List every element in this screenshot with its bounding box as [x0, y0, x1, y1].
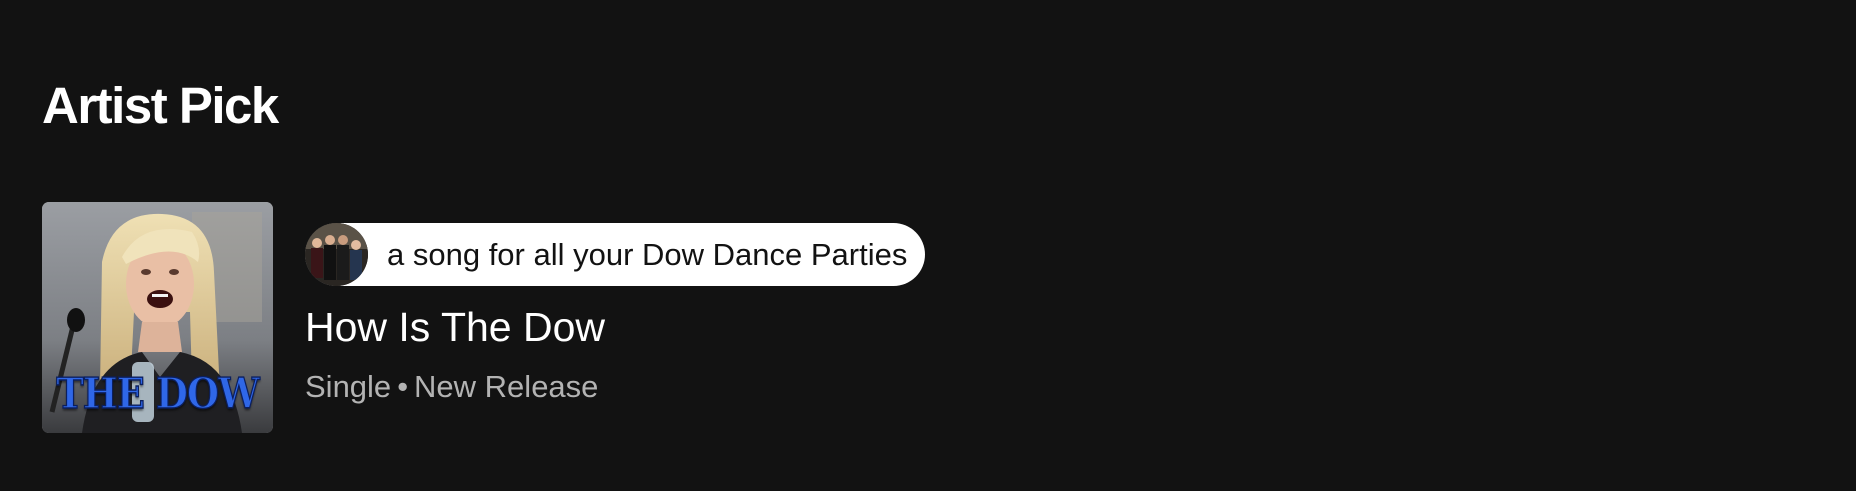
artist-page: Artist Pick THE DOW a song for all your …: [0, 0, 1856, 491]
track-meta: Single • New Release: [305, 368, 598, 406]
meta-separator: •: [397, 369, 409, 404]
release-type: Single: [305, 369, 392, 404]
cover-overlay-text: THE DOW: [56, 367, 261, 419]
album-cover-image[interactable]: THE DOW: [42, 202, 273, 433]
track-title[interactable]: How Is The Dow: [305, 302, 605, 352]
artist-pick-card[interactable]: THE DOW a song for all your Dow Dance Pa…: [42, 202, 1042, 433]
artist-comment-text: a song for all your Dow Dance Parties: [387, 237, 908, 272]
artist-avatar-icon: [305, 223, 368, 286]
avatar-image: [305, 223, 368, 286]
artist-comment-pill[interactable]: a song for all your Dow Dance Parties: [305, 223, 926, 286]
release-label: New Release: [414, 369, 599, 404]
section-title: Artist Pick: [42, 77, 279, 134]
